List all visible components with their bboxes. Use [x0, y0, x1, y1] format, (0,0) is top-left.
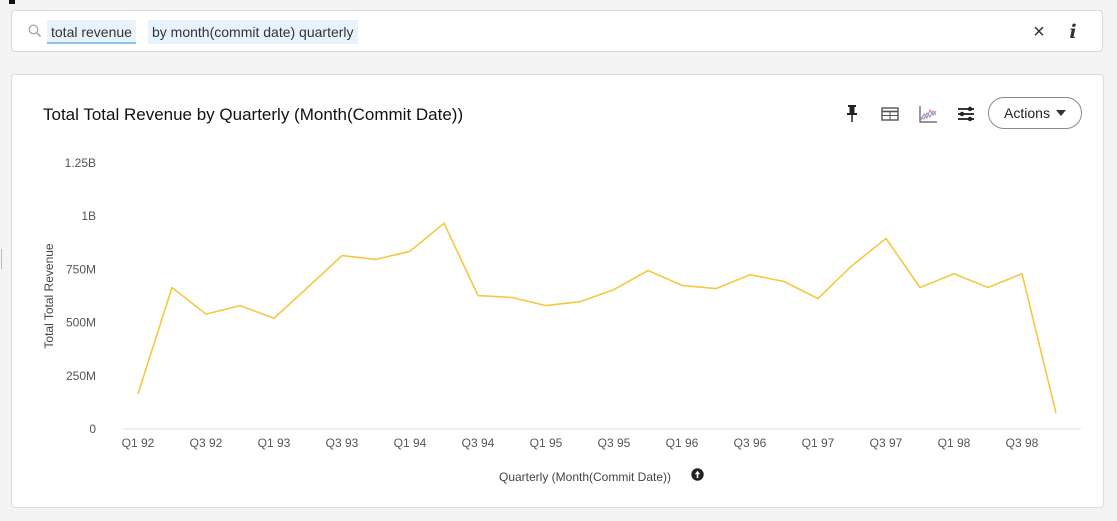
data-point[interactable] — [713, 286, 719, 292]
y-tick-label: 500M — [66, 316, 96, 330]
data-point[interactable] — [339, 253, 345, 259]
actions-button[interactable]: Actions — [988, 97, 1082, 129]
y-tick-label: 250M — [66, 369, 96, 383]
data-point[interactable] — [135, 391, 141, 397]
data-point[interactable] — [1019, 271, 1025, 277]
x-tick-label: Q3 95 — [598, 436, 631, 450]
resize-handle[interactable] — [1, 249, 2, 269]
x-tick-label: Q3 98 — [1006, 436, 1039, 450]
caret-down-icon — [1055, 110, 1066, 116]
data-point[interactable] — [645, 267, 651, 273]
y-tick-label: 1B — [81, 209, 96, 223]
data-point[interactable] — [475, 293, 481, 299]
chart-type-icon[interactable] — [917, 103, 939, 125]
data-point[interactable] — [951, 271, 957, 277]
data-point[interactable] — [849, 263, 855, 269]
y-tick-label: 750M — [66, 262, 96, 276]
data-point[interactable] — [237, 303, 243, 309]
x-tick-label: Q1 92 — [122, 436, 155, 450]
y-axis: 0 250M 500M 750M 1B 1.25B — [65, 156, 97, 436]
x-tick-label: Q1 95 — [530, 436, 563, 450]
actions-button-label: Actions — [1004, 105, 1050, 121]
series-points — [135, 220, 1059, 416]
data-point[interactable] — [747, 272, 753, 278]
x-tick-label: Q3 97 — [870, 436, 903, 450]
data-point[interactable] — [441, 220, 447, 226]
data-point[interactable] — [407, 248, 413, 254]
x-axis-title[interactable]: Quarterly (Month(Commit Date)) — [499, 470, 671, 484]
y-tick-label: 1.25B — [65, 156, 96, 170]
data-point[interactable] — [1053, 410, 1059, 416]
x-tick-label: Q3 96 — [734, 436, 767, 450]
data-point[interactable] — [679, 282, 685, 288]
x-tick-label: Q1 96 — [666, 436, 699, 450]
x-tick-label: Q3 94 — [462, 436, 495, 450]
search-icon — [28, 24, 42, 38]
sort-ascending-icon[interactable] — [691, 468, 704, 481]
search-token-measure[interactable]: total revenue — [47, 20, 136, 44]
x-tick-label: Q1 97 — [802, 436, 835, 450]
pin-icon[interactable] — [841, 103, 863, 125]
y-tick-label: 0 — [89, 422, 96, 436]
data-point[interactable] — [543, 303, 549, 309]
data-point[interactable] — [985, 284, 991, 290]
x-tick-label: Q3 93 — [326, 436, 359, 450]
data-point[interactable] — [373, 256, 379, 262]
x-tick-label: Q3 92 — [190, 436, 223, 450]
x-tick-label: Q1 98 — [938, 436, 971, 450]
data-point[interactable] — [611, 287, 617, 293]
x-tick-label: Q1 93 — [258, 436, 291, 450]
data-point[interactable] — [169, 284, 175, 290]
data-point[interactable] — [305, 284, 311, 290]
window-corner-mark — [9, 0, 15, 4]
search-token-grouping[interactable]: by month(commit date) quarterly — [148, 20, 358, 44]
table-icon[interactable] — [879, 103, 901, 125]
data-point[interactable] — [509, 294, 515, 300]
data-point[interactable] — [917, 284, 923, 290]
data-point[interactable] — [271, 315, 277, 321]
line-chart: 0 250M 500M 750M 1B 1.25B Q1 92 Q3 92 Q1 93 Q3 9… — [42, 156, 1081, 484]
data-point[interactable] — [203, 311, 209, 317]
chart-title: Total Total Revenue by Quarterly (Month(… — [43, 105, 464, 124]
y-axis-title: Total Total Revenue — [42, 243, 56, 349]
data-point[interactable] — [815, 296, 821, 302]
data-point[interactable] — [781, 279, 787, 285]
data-point[interactable] — [577, 299, 583, 305]
x-tick-label: Q1 94 — [394, 436, 427, 450]
chart-card: 0 250M 500M 750M 1B 1.25B Q1 92 Q3 92 Q1 93 Q3 9… — [11, 74, 1104, 508]
clear-search-button[interactable]: × — [1028, 20, 1050, 44]
info-button[interactable]: i — [1065, 20, 1081, 44]
data-point[interactable] — [883, 236, 889, 242]
search-bar[interactable]: total revenue by month(commit date) quar… — [11, 10, 1103, 52]
settings-sliders-icon[interactable] — [955, 103, 977, 125]
x-axis: Q1 92 Q3 92 Q1 93 Q3 93 Q1 94 Q3 94 Q1 95 Q3 95… — [122, 436, 1039, 450]
